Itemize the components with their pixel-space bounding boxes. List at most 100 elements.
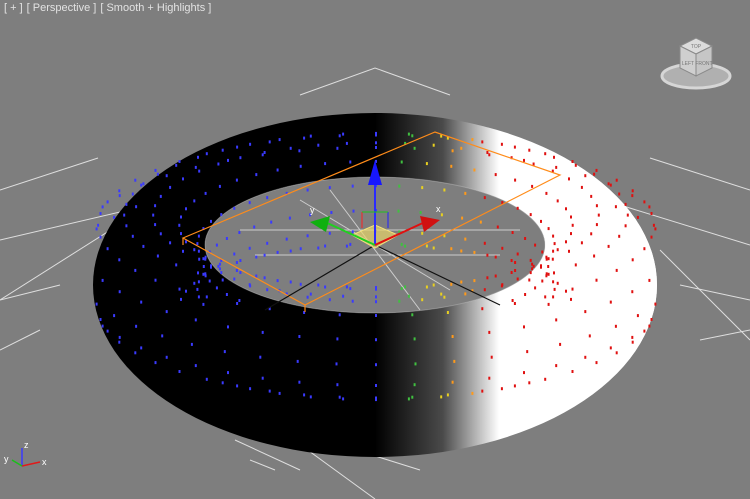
vertex-tick — [263, 151, 266, 154]
vertex-tick — [544, 295, 547, 299]
vertex-tick — [193, 281, 196, 285]
vertex-tick — [375, 131, 377, 135]
vertex-tick — [432, 283, 435, 287]
vertex-tick — [565, 289, 567, 293]
perspective-viewport[interactable]: y x [ + ] [ Perspective ] [ Smooth + Hig… — [0, 0, 750, 499]
vertex-tick — [494, 173, 497, 177]
vertex-tick — [451, 149, 454, 153]
vertex-tick — [500, 387, 503, 391]
vertex-tick — [500, 284, 503, 288]
vertex-tick — [235, 261, 238, 264]
vertex-tick — [193, 199, 196, 203]
vertex-tick — [276, 250, 279, 254]
vertex-tick — [464, 237, 467, 241]
vertex-tick — [185, 240, 187, 244]
vertex-tick — [205, 152, 208, 156]
vertex-tick — [303, 136, 306, 140]
vertex-tick — [545, 191, 548, 195]
vertex-tick — [248, 201, 251, 205]
vertex-tick — [588, 334, 591, 338]
gizmo-x-label: x — [436, 204, 441, 214]
vertex-tick — [643, 247, 646, 251]
vertex-tick — [595, 278, 598, 282]
vertex-tick — [565, 207, 567, 211]
vertex-tick — [249, 387, 252, 391]
vertex-tick — [288, 216, 291, 220]
vertex-tick — [268, 389, 271, 393]
vertex-tick — [375, 338, 377, 342]
vertex-tick — [142, 244, 145, 248]
vertex-tick — [309, 395, 312, 399]
vertex-tick — [618, 192, 621, 196]
vertex-tick — [194, 364, 197, 368]
vertex-tick — [113, 314, 116, 318]
vertex-tick — [511, 299, 514, 302]
vertex-tick — [198, 257, 201, 261]
axis-tripod-icon: z x y — [4, 440, 47, 467]
vertex-tick — [303, 393, 306, 397]
viewport-general-menu[interactable]: [ + ] — [4, 2, 23, 14]
vertex-tick — [270, 220, 273, 224]
vertex-tick — [523, 158, 525, 162]
vertex-tick — [595, 223, 598, 227]
vertex-tick — [397, 209, 400, 213]
vertex-tick — [597, 213, 600, 217]
vertex-tick — [375, 314, 377, 317]
vertex-tick — [494, 255, 497, 259]
vertex-tick — [197, 234, 200, 238]
vertex-tick — [547, 265, 550, 268]
vertex-tick — [534, 243, 537, 247]
vertex-tick — [624, 202, 627, 206]
vertex-tick — [501, 246, 504, 250]
vertex-tick — [631, 335, 634, 339]
vertex-tick — [421, 186, 424, 190]
vertex-tick — [309, 292, 312, 296]
vertex-tick — [547, 257, 550, 261]
vertex-tick — [375, 141, 377, 145]
vertex-tick — [413, 337, 416, 341]
vertex-tick — [593, 254, 596, 258]
vertex-tick — [400, 287, 403, 291]
vertex-tick — [261, 330, 264, 334]
vertex-tick — [595, 168, 598, 172]
vertex-tick — [555, 364, 558, 368]
vertex-tick — [106, 329, 109, 333]
vertex-tick — [631, 189, 634, 193]
vertex-tick — [309, 134, 312, 138]
vertex-tick — [643, 329, 646, 333]
vertex-tick — [197, 280, 200, 284]
vertex-tick — [233, 206, 236, 210]
vertex-tick — [248, 283, 251, 287]
vertex-tick — [529, 271, 532, 275]
vertex-tick — [249, 142, 252, 146]
vertex-tick — [221, 381, 224, 385]
vertex-tick — [524, 237, 527, 240]
vertex-tick — [531, 184, 534, 188]
vertex-tick — [276, 168, 279, 172]
vertex-tick — [263, 253, 266, 257]
vertex-tick — [289, 249, 292, 253]
viewport-scene[interactable]: y x — [0, 0, 750, 499]
vertex-tick — [202, 272, 205, 276]
viewport-shading-menu[interactable]: [ Smooth + Highlights ] — [100, 2, 211, 14]
axis-x-label: x — [42, 457, 47, 467]
vertex-tick — [531, 267, 534, 271]
vertex-tick — [227, 371, 229, 375]
vertex-tick — [351, 230, 354, 234]
vertex-tick — [553, 271, 555, 275]
vertex-tick — [398, 299, 401, 303]
vertex-tick — [626, 213, 629, 217]
viewcube-icon[interactable]: TOP LEFT FRONT — [658, 28, 734, 96]
vertex-tick — [218, 262, 221, 266]
vertex-tick — [95, 227, 98, 231]
vertex-tick — [488, 376, 491, 380]
vertex-tick — [595, 204, 598, 208]
vertex-tick — [345, 285, 348, 289]
vertex-tick — [443, 295, 446, 299]
vertex-tick — [296, 359, 299, 363]
vertex-tick — [134, 351, 137, 355]
viewport-point-of-view-menu[interactable]: [ Perspective ] — [27, 2, 97, 14]
vertex-tick — [351, 184, 354, 188]
vertex-tick — [516, 277, 519, 281]
vertex-tick — [330, 211, 333, 214]
